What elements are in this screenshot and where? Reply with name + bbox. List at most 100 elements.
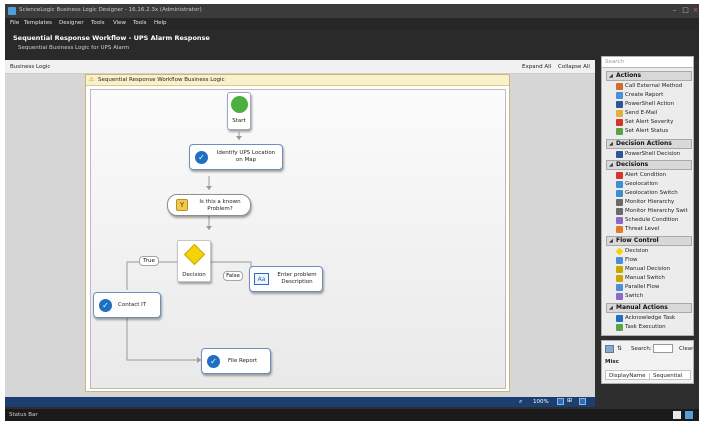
properties-panel: ⇅ Search: Clear Misc DisplayName Sequent…	[601, 340, 694, 384]
alert-severity-icon	[616, 119, 623, 126]
connector-contact-report	[126, 316, 201, 361]
category-flow-control[interactable]: ◢ Flow Control	[606, 236, 692, 246]
property-row[interactable]: DisplayName Sequential	[605, 370, 691, 380]
menu-view[interactable]: View	[113, 20, 126, 26]
identify-location-node[interactable]: ✓ Identify UPS Location on Map	[189, 144, 283, 170]
powershell-icon	[616, 101, 623, 108]
checkmark-icon	[616, 315, 623, 322]
palette-item-threat-level[interactable]: Threat Level	[616, 225, 659, 234]
menu-tools-2[interactable]: Tools	[133, 20, 147, 26]
arrow-head-3	[206, 226, 212, 230]
menu-designer[interactable]: Designer	[59, 20, 84, 26]
task-icon	[616, 324, 623, 331]
category-manual-actions[interactable]: ◢ Manual Actions	[606, 303, 692, 313]
category-decisions[interactable]: ◢ Decisions	[606, 160, 692, 170]
known-problem-node[interactable]: Y Is this a known Problem?	[167, 194, 251, 216]
manual-decision-icon	[616, 266, 623, 273]
property-value[interactable]: Sequential	[649, 373, 682, 379]
collapse-triangle-icon: ◢	[609, 73, 613, 79]
palette-item-set-alert-severity[interactable]: Set Alert Severity	[616, 118, 673, 127]
page-title: Sequential Response Workflow - UPS Alarm…	[13, 34, 210, 42]
sort-alpha-icon[interactable]: ⇅	[617, 345, 622, 352]
palette-item-schedule-condition[interactable]: Schedule Condition	[616, 216, 678, 225]
palette-item-manual-switch[interactable]: Manual Switch	[616, 274, 665, 283]
item-label: Send E-Mail	[625, 110, 658, 116]
collapse-triangle-icon: ◢	[609, 141, 613, 147]
workflow-panel-header: ⚠ Sequential Response Workflow Business …	[86, 75, 509, 86]
palette-search-input[interactable]: Search	[602, 57, 693, 68]
palette-item-acknowledge-task[interactable]: Acknowledge Task	[616, 314, 675, 323]
overview-icon[interactable]	[579, 398, 586, 405]
item-label: Switch	[625, 293, 644, 299]
fit-view-icon[interactable]	[557, 398, 564, 405]
menu-templates[interactable]: Templates	[24, 20, 52, 26]
collapse-all-link[interactable]: Collapse All	[558, 64, 590, 70]
property-key: DisplayName	[609, 373, 646, 379]
contact-it-node[interactable]: ✓ Contact IT	[93, 292, 161, 318]
palette-item-call-external-method[interactable]: Call External Method	[616, 82, 682, 91]
grid-icon[interactable]: ⊞	[567, 398, 574, 405]
palette-item-alert-condition[interactable]: Alert Condition	[616, 171, 666, 180]
manual-switch-icon	[616, 275, 623, 282]
palette-item-switch[interactable]: Switch	[616, 292, 643, 301]
globe-icon	[616, 190, 623, 197]
decision-node[interactable]: Decision	[177, 240, 211, 282]
start-node[interactable]: Start	[227, 92, 251, 130]
palette-item-parallel-flow[interactable]: Parallel Flow	[616, 283, 659, 292]
clear-button[interactable]: Clear	[679, 346, 693, 352]
palette-item-flow[interactable]: Flow	[616, 256, 638, 265]
misc-section-label[interactable]: Misc	[605, 359, 619, 365]
category-decision-actions[interactable]: ◢ Decision Actions	[606, 139, 692, 149]
diamond-icon	[615, 247, 624, 256]
category-title: Actions	[616, 72, 642, 79]
enter-problem-node[interactable]: Aa Enter problem Description	[249, 266, 323, 292]
category-title: Decision Actions	[616, 140, 672, 147]
category-actions[interactable]: ◢ Actions	[606, 71, 692, 81]
app-window: ScienceLogic Business Logic Designer - 1…	[5, 4, 699, 421]
expand-all-link[interactable]: Expand All	[522, 64, 551, 70]
palette-item-powershell-decision[interactable]: PowerShell Decision	[616, 150, 680, 159]
categorized-view-icon[interactable]	[605, 345, 614, 353]
palette-item-monitor-hierarchy[interactable]: Monitor Hierarchy	[616, 198, 674, 207]
maximize-icon[interactable]: □	[681, 6, 690, 15]
palette-item-create-report[interactable]: Create Report	[616, 91, 663, 100]
palette-item-send-email[interactable]: Send E-Mail	[616, 109, 657, 118]
enter-problem-label: Enter problem Description	[277, 272, 317, 285]
menu-help[interactable]: Help	[154, 20, 167, 26]
contact-it-label: Contact IT	[118, 302, 147, 308]
file-report-node[interactable]: ✓ File Report	[201, 348, 271, 374]
item-label: Monitor Hierarchy	[625, 199, 675, 205]
file-report-label: File Report	[228, 358, 258, 364]
properties-search-input[interactable]	[653, 344, 673, 353]
palette-item-geolocation[interactable]: Geolocation	[616, 180, 658, 189]
palette-item-geolocation-switch[interactable]: Geolocation Switch	[616, 189, 678, 198]
workflow-connectors	[126, 132, 252, 363]
item-label: Manual Switch	[625, 275, 665, 281]
tray-icon[interactable]	[685, 411, 693, 419]
item-label: Set Alert Severity	[625, 119, 674, 125]
document-header: Sequential Response Workflow - UPS Alarm…	[5, 30, 699, 60]
item-label: Threat Level	[625, 226, 660, 232]
email-icon	[616, 110, 623, 117]
workflow-workspace[interactable]: ⚠ Sequential Response Workflow Business …	[5, 74, 595, 399]
close-icon[interactable]: ×	[691, 6, 699, 15]
item-label: Geolocation Switch	[625, 190, 678, 196]
workflow-canvas[interactable]: Start ✓ Identify UPS Location on Map Y I…	[90, 89, 506, 389]
minimize-icon[interactable]: –	[670, 6, 679, 15]
decision-label: Decision	[182, 272, 206, 278]
item-label: PowerShell Decision	[625, 151, 681, 157]
magnifier-icon[interactable]: ⌕	[519, 398, 522, 406]
palette-item-manual-decision[interactable]: Manual Decision	[616, 265, 670, 274]
zoom-strip: ⌕ 100% ⊞	[5, 397, 595, 407]
menu-file[interactable]: File	[10, 20, 19, 26]
palette-item-monitor-hierarchy-switch[interactable]: Monitor Hierarchy Swit	[616, 207, 688, 216]
palette-item-set-alert-status[interactable]: Set Alert Status	[616, 127, 668, 136]
palette-item-decision[interactable]: Decision	[615, 247, 648, 256]
item-label: Create Report	[625, 92, 664, 98]
menu-tools[interactable]: Tools	[91, 20, 105, 26]
tray-icon[interactable]	[673, 411, 681, 419]
zoom-level[interactable]: 100%	[533, 399, 549, 405]
palette-item-powershell-action[interactable]: PowerShell Action	[616, 100, 674, 109]
palette-item-task-execution[interactable]: Task Execution	[616, 323, 666, 332]
alert-icon	[616, 172, 623, 179]
